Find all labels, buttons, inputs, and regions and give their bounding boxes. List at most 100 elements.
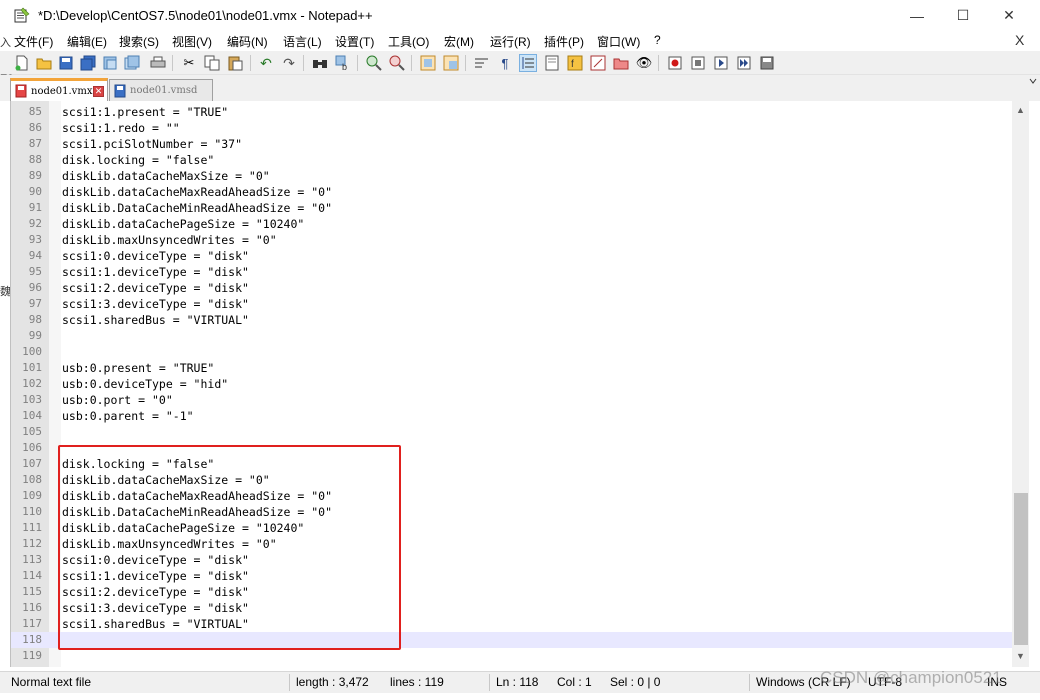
editor-line[interactable]: 104 usb:0.parent = "-1" xyxy=(11,408,1012,424)
editor-line[interactable]: 88 disk.locking = "false" xyxy=(11,152,1012,168)
menu-tools[interactable]: 工具(O) xyxy=(388,33,429,50)
menu-macro[interactable]: 宏(M) xyxy=(444,33,474,50)
monitoring-icon[interactable]: 👁 xyxy=(635,54,653,72)
editor-line[interactable]: 93 diskLib.maxUnsyncedWrites = "0" xyxy=(11,232,1012,248)
function-list-icon[interactable]: f xyxy=(566,54,584,72)
menu-file[interactable]: 文件(F) xyxy=(14,33,53,50)
scroll-down-icon[interactable]: ▼ xyxy=(1016,651,1025,661)
annotation-highlight-box xyxy=(58,445,401,650)
line-text[interactable]: scsi1.sharedBus = "VIRTUAL" xyxy=(62,313,249,327)
tab-node01-vmx[interactable]: node01.vmx ✕ xyxy=(10,78,108,101)
line-text[interactable]: diskLib.dataCachePageSize = "10240" xyxy=(62,217,304,231)
editor-line[interactable]: 95 scsi1:1.deviceType = "disk" xyxy=(11,264,1012,280)
menu-plugins[interactable]: 插件(P) xyxy=(544,33,584,50)
sync-horizontal-icon[interactable] xyxy=(442,54,460,72)
stop-record-icon[interactable] xyxy=(689,54,707,72)
line-text[interactable]: scsi1:2.deviceType = "disk" xyxy=(62,281,249,295)
editor-line[interactable]: 87 scsi1.pciSlotNumber = "37" xyxy=(11,136,1012,152)
close-file-icon[interactable] xyxy=(101,54,119,72)
indent-guide-icon[interactable] xyxy=(519,54,537,72)
save-icon[interactable] xyxy=(57,54,75,72)
line-text[interactable]: usb:0.present = "TRUE" xyxy=(62,361,214,375)
line-text[interactable]: scsi1.pciSlotNumber = "37" xyxy=(62,137,242,151)
zoom-out-icon[interactable] xyxy=(388,54,406,72)
save-macro-icon[interactable] xyxy=(758,54,776,72)
menu-edit[interactable]: 编辑(E) xyxy=(67,33,107,50)
menu-run[interactable]: 运行(R) xyxy=(490,33,531,50)
editor-line[interactable]: 103 usb:0.port = "0" xyxy=(11,392,1012,408)
editor-line[interactable]: 97 scsi1:3.deviceType = "disk" xyxy=(11,296,1012,312)
paste-icon[interactable] xyxy=(226,54,244,72)
line-text[interactable]: scsi1:1.deviceType = "disk" xyxy=(62,265,249,279)
line-text[interactable]: diskLib.DataCacheMinReadAheadSize = "0" xyxy=(62,201,332,215)
line-text[interactable]: diskLib.maxUnsyncedWrites = "0" xyxy=(62,233,277,247)
line-number: 100 xyxy=(22,345,42,358)
line-text[interactable]: usb:0.deviceType = "hid" xyxy=(62,377,228,391)
editor-line[interactable]: 101 usb:0.present = "TRUE" xyxy=(11,360,1012,376)
editor-line[interactable]: 100 xyxy=(11,344,1012,360)
editor-line[interactable]: 102 usb:0.deviceType = "hid" xyxy=(11,376,1012,392)
print-icon[interactable] xyxy=(149,54,167,72)
editor-line[interactable]: 119 xyxy=(11,648,1012,664)
line-text[interactable]: scsi1:3.deviceType = "disk" xyxy=(62,297,249,311)
save-all-icon[interactable] xyxy=(79,54,97,72)
sync-vertical-icon[interactable] xyxy=(419,54,437,72)
maximize-button[interactable]: ☐ xyxy=(940,0,986,31)
folder-as-workspace-icon[interactable] xyxy=(589,54,607,72)
folder-icon[interactable] xyxy=(612,54,630,72)
line-text[interactable]: scsi1:0.deviceType = "disk" xyxy=(62,249,249,263)
editor-line[interactable]: 89 diskLib.dataCacheMaxSize = "0" xyxy=(11,168,1012,184)
close-window-button[interactable]: ✕ xyxy=(986,0,1032,31)
menu-view[interactable]: 视图(V) xyxy=(172,33,212,50)
text-editor[interactable]: 85 scsi1:1.present = "TRUE" 86 scsi1:1.redo… xyxy=(10,101,1029,667)
line-text[interactable]: disk.locking = "false" xyxy=(62,153,214,167)
open-file-icon[interactable] xyxy=(35,54,53,72)
menu-help[interactable]: ? xyxy=(654,33,661,47)
editor-line[interactable]: 98 scsi1.sharedBus = "VIRTUAL" xyxy=(11,312,1012,328)
tab-close-icon[interactable]: ✕ xyxy=(93,86,104,97)
find-icon[interactable] xyxy=(311,54,329,72)
menu-encoding[interactable]: 编码(N) xyxy=(227,33,268,50)
word-wrap-icon[interactable] xyxy=(473,54,491,72)
line-text[interactable]: usb:0.port = "0" xyxy=(62,393,173,407)
editor-line[interactable]: 86 scsi1:1.redo = "" xyxy=(11,120,1012,136)
editor-line[interactable]: 92 diskLib.dataCachePageSize = "10240" xyxy=(11,216,1012,232)
vertical-scrollbar[interactable]: ▲ ▼ xyxy=(1012,101,1029,667)
cut-icon[interactable]: ✂ xyxy=(180,54,198,72)
line-text[interactable]: scsi1:1.present = "TRUE" xyxy=(62,105,228,119)
document-map-icon[interactable] xyxy=(543,54,561,72)
menu-language[interactable]: 语言(L) xyxy=(283,33,322,50)
line-text[interactable]: diskLib.dataCacheMaxReadAheadSize = "0" xyxy=(62,185,332,199)
tab-scroll-down-icon[interactable] xyxy=(1028,76,1038,86)
editor-line[interactable]: 85 scsi1:1.present = "TRUE" xyxy=(11,104,1012,120)
close-all-icon[interactable] xyxy=(123,54,141,72)
line-text[interactable]: usb:0.parent = "-1" xyxy=(62,409,194,423)
zoom-in-icon[interactable] xyxy=(365,54,383,72)
editor-line[interactable]: 99 xyxy=(11,328,1012,344)
undo-icon[interactable]: ↶ xyxy=(257,54,275,72)
run-macro-multiple-icon[interactable] xyxy=(735,54,753,72)
menu-settings[interactable]: 设置(T) xyxy=(335,33,374,50)
tab-node01-vmsd[interactable]: node01.vmsd xyxy=(109,79,213,101)
copy-icon[interactable] xyxy=(203,54,221,72)
menu-search[interactable]: 搜索(S) xyxy=(119,33,159,50)
line-text[interactable]: scsi1:1.redo = "" xyxy=(62,121,180,135)
line-text[interactable]: diskLib.dataCacheMaxSize = "0" xyxy=(62,169,270,183)
close-document-button[interactable]: X xyxy=(1015,32,1024,48)
line-number: 97 xyxy=(28,297,42,310)
editor-line[interactable]: 105 xyxy=(11,424,1012,440)
editor-line[interactable]: 96 scsi1:2.deviceType = "disk" xyxy=(11,280,1012,296)
scroll-up-icon[interactable]: ▲ xyxy=(1016,105,1025,115)
redo-icon[interactable]: ↷ xyxy=(280,54,298,72)
show-all-chars-icon[interactable]: ¶ xyxy=(496,54,514,72)
minimize-button[interactable]: — xyxy=(894,0,940,31)
new-file-icon[interactable] xyxy=(13,54,31,72)
editor-line[interactable]: 90 diskLib.dataCacheMaxReadAheadSize = "0… xyxy=(11,184,1012,200)
menu-window[interactable]: 窗口(W) xyxy=(597,33,640,50)
scrollbar-thumb[interactable] xyxy=(1014,493,1028,645)
editor-line[interactable]: 94 scsi1:0.deviceType = "disk" xyxy=(11,248,1012,264)
record-macro-icon[interactable] xyxy=(666,54,684,72)
replace-icon[interactable]: b xyxy=(334,54,352,72)
editor-line[interactable]: 91 diskLib.DataCacheMinReadAheadSize = "0… xyxy=(11,200,1012,216)
play-macro-icon[interactable] xyxy=(712,54,730,72)
